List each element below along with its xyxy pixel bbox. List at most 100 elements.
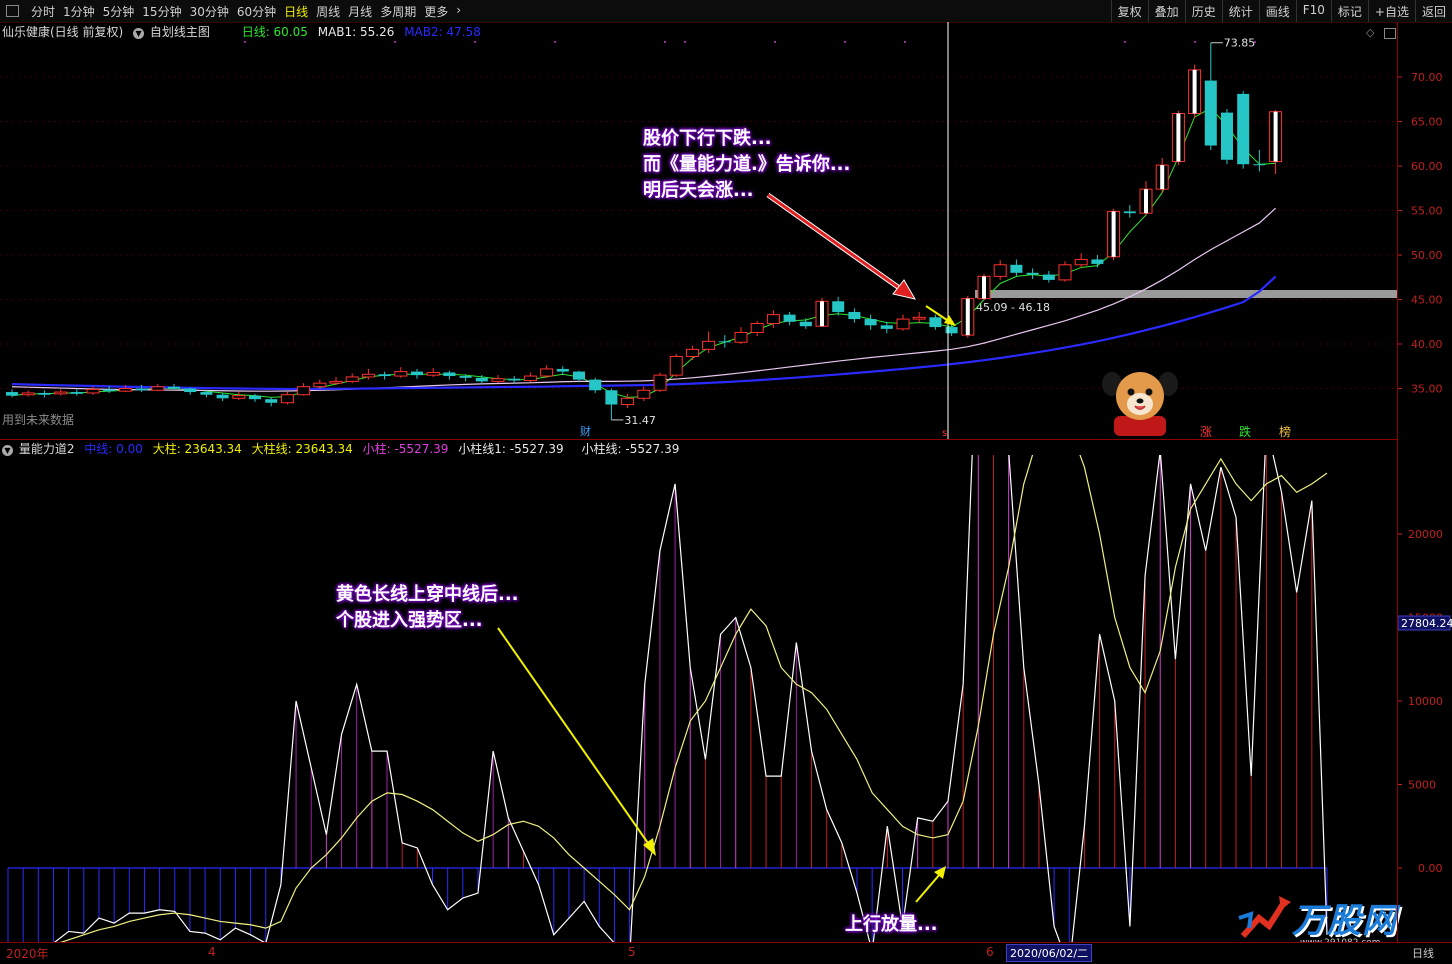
indicator-name[interactable]: 量能力道2 [19, 442, 75, 456]
candle-body [200, 392, 213, 395]
period-tab[interactable]: 更多 [424, 3, 448, 20]
toolbar-button[interactable]: 统计 [1221, 0, 1259, 22]
candlesticks [6, 42, 1283, 420]
cai-marker[interactable]: 财 [580, 424, 591, 438]
candle-body [361, 373, 375, 378]
candle-body [750, 323, 764, 333]
mid-callout-line: 黄色长线上穿中线后... [336, 584, 519, 605]
candle-body [718, 341, 731, 343]
period-tab[interactable]: 周线 [316, 3, 340, 20]
period-tab[interactable]: 30分钟 [190, 3, 229, 20]
signal-dot [1124, 41, 1126, 43]
candle-body [556, 368, 569, 372]
candle-body [1010, 264, 1023, 273]
zhongxian-value: 中线: 0.00 [84, 442, 143, 456]
period-tab[interactable]: 日线 [284, 3, 308, 20]
candle-body [103, 389, 116, 392]
xiaozhuxian-line [52, 455, 1328, 943]
dazhuxian-line [57, 455, 1328, 943]
candle-body [184, 388, 197, 393]
indicator-bars [7, 455, 1328, 943]
toolbar-button[interactable]: +自选 [1367, 0, 1415, 22]
date-cursor-label: 2020/06/02/二 [1006, 944, 1093, 962]
date-tick: 5 [628, 945, 636, 959]
indicator-lines [52, 455, 1328, 943]
period-tab[interactable]: 60分钟 [237, 3, 276, 20]
period-tab[interactable]: 1分钟 [63, 3, 95, 20]
signal-dot [394, 41, 396, 43]
watermark-logo: 万股网 [1292, 901, 1397, 941]
price-tick-label: 65.00 [1411, 116, 1443, 129]
toolbar-button[interactable]: F10 [1295, 0, 1331, 22]
indicator-chart: 0.00500010000150002000025000300003500040… [7, 455, 1452, 943]
candle-body [38, 392, 51, 395]
mid-callout-line: 个股进入强势区... [336, 610, 483, 631]
candle-body [459, 376, 472, 378]
window-icon[interactable] [6, 5, 19, 17]
candle-body [669, 355, 683, 376]
indicator-tick-label: 25000 [1408, 455, 1443, 458]
candle-body [265, 399, 278, 403]
candle-body [475, 377, 488, 382]
candle-body [1026, 272, 1039, 275]
candle-body [896, 318, 910, 330]
candle-body [70, 392, 83, 394]
candle-body [637, 389, 651, 399]
range-label: 45.09 - 46.18 [976, 301, 1050, 314]
top-callout-line: 而《量能力道.》告诉你... [643, 154, 851, 175]
candle-body [1058, 264, 1072, 281]
period-tab[interactable]: 5分钟 [103, 3, 135, 20]
toolbar-button[interactable]: 画线 [1258, 0, 1296, 22]
candle-body [912, 316, 926, 320]
period-tab[interactable]: 月线 [348, 3, 372, 20]
price-tick-label: 60.00 [1411, 160, 1443, 173]
chevron-right-icon[interactable]: › [456, 3, 461, 20]
candle-highlight [1144, 189, 1148, 214]
candle-body [508, 378, 521, 381]
date-axis: 2020年 4 5 6 2020/06/02/二 日线 [0, 942, 1452, 964]
candle-highlight [1160, 165, 1165, 190]
indicator-tick-label: 20000 [1408, 528, 1443, 541]
candle-body [945, 327, 958, 334]
candle-body [411, 371, 423, 376]
period-tab[interactable]: 15分钟 [142, 3, 181, 20]
candle-body [880, 325, 893, 329]
candle-body [702, 340, 716, 350]
xiaozhu-value: 小柱: -5527.39 [362, 442, 449, 456]
candle-body [313, 382, 327, 388]
toolbar-button[interactable]: 叠加 [1147, 0, 1185, 22]
candle-body [783, 314, 796, 322]
signal-dot [244, 41, 246, 43]
rank-die[interactable]: 跌 [1239, 424, 1251, 439]
indicator-tick-label: 10000 [1408, 695, 1443, 708]
toolbar-button[interactable]: 返回 [1414, 0, 1452, 22]
candle-body [1237, 93, 1250, 165]
mid-callout: 黄色长线上穿中线后... 个股进入强势区... [336, 582, 519, 634]
price-tick-label: 45.00 [1411, 294, 1443, 307]
candle-body [864, 319, 877, 326]
price-grid [0, 76, 1397, 389]
xiaozhuxian1-value: 小柱线1: -5527.39 [458, 442, 564, 456]
candle-body [1221, 112, 1233, 160]
rank-bang[interactable]: 榜 [1279, 424, 1291, 439]
low-label: 31.47 [624, 414, 656, 427]
candle-highlight [1273, 111, 1278, 162]
candle-body [232, 395, 246, 399]
period-tab[interactable]: 多周期 [380, 3, 416, 20]
rank-zhang[interactable]: 涨 [1200, 424, 1212, 439]
candle-body [86, 388, 100, 394]
candle-body [426, 371, 440, 376]
date-tick: 4 [208, 945, 216, 959]
price-chart: 35.00 40.00 45.00 50.00 55.00 60.00 65.00 70.00… [0, 22, 1443, 440]
signal-dot [474, 41, 476, 43]
toolbar-right-buttons: 复权 叠加 历史 统计 画线 F10 标记 +自选 返回 [1110, 0, 1452, 22]
toolbar-button[interactable]: 复权 [1110, 0, 1148, 22]
right-axis-divider [1397, 22, 1398, 942]
candle-body [734, 331, 748, 343]
period-tab[interactable]: 分时 [31, 3, 55, 20]
red-small-marker: s [942, 428, 947, 439]
axis-period-label: 日线 [1412, 947, 1434, 960]
toolbar-button[interactable]: 历史 [1184, 0, 1222, 22]
toolbar-button[interactable]: 标记 [1330, 0, 1368, 22]
date-tick: 2020年 [6, 947, 49, 961]
